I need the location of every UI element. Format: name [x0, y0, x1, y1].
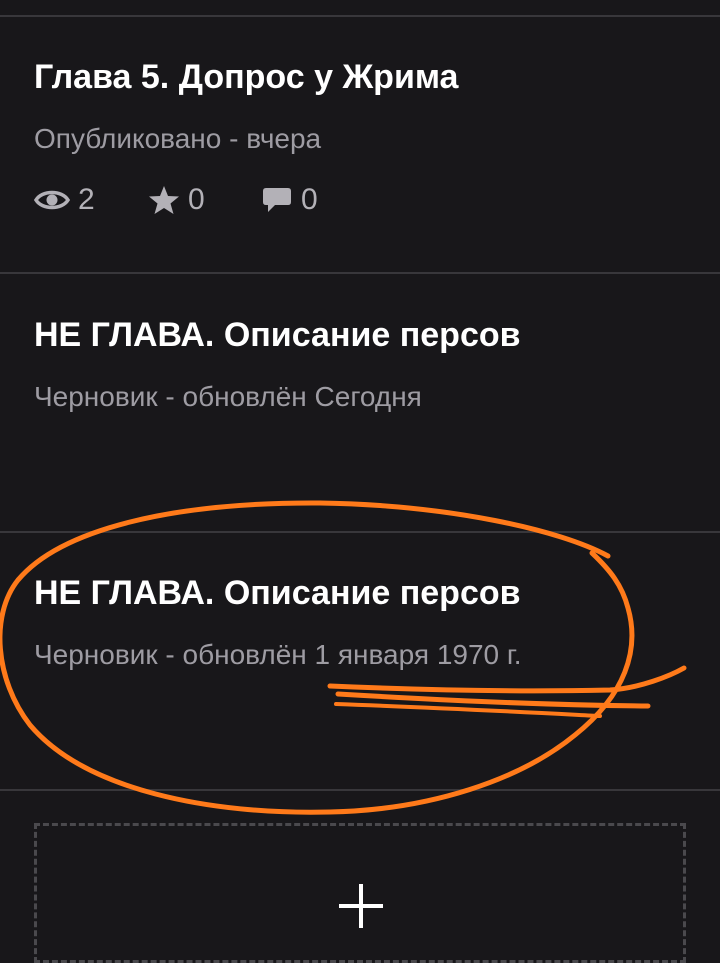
part-status: Опубликовано - вчера [34, 123, 322, 154]
views-stat: 2 [34, 183, 148, 217]
part-title: НЕ ГЛАВА. Описание персов [34, 316, 521, 354]
part-item-2[interactable]: НЕ ГЛАВА. Описание персов Черновик - обн… [0, 274, 720, 530]
stars-count: 0 [188, 183, 205, 216]
plus-icon [339, 884, 383, 928]
part-item-3[interactable]: НЕ ГЛАВА. Описание персов Черновик - обн… [0, 533, 720, 789]
part-status: Черновик - обновлён Сегодня [34, 381, 422, 412]
star-icon [148, 185, 180, 215]
views-count: 2 [78, 183, 95, 216]
part-stats: 2 0 0 [34, 180, 318, 220]
stars-stat: 0 [148, 183, 261, 217]
part-item-1[interactable]: Глава 5. Допрос у Жрима Опубликовано - в… [0, 17, 720, 273]
part-status: Черновик - обновлён 1 января 1970 г. [34, 639, 522, 670]
comments-stat: 0 [261, 183, 318, 217]
eye-icon [34, 186, 70, 214]
part-title: НЕ ГЛАВА. Описание персов [34, 574, 521, 612]
comments-count: 0 [301, 183, 318, 216]
divider [0, 789, 720, 791]
part-title: Глава 5. Допрос у Жрима [34, 58, 459, 96]
comment-icon [261, 185, 293, 215]
